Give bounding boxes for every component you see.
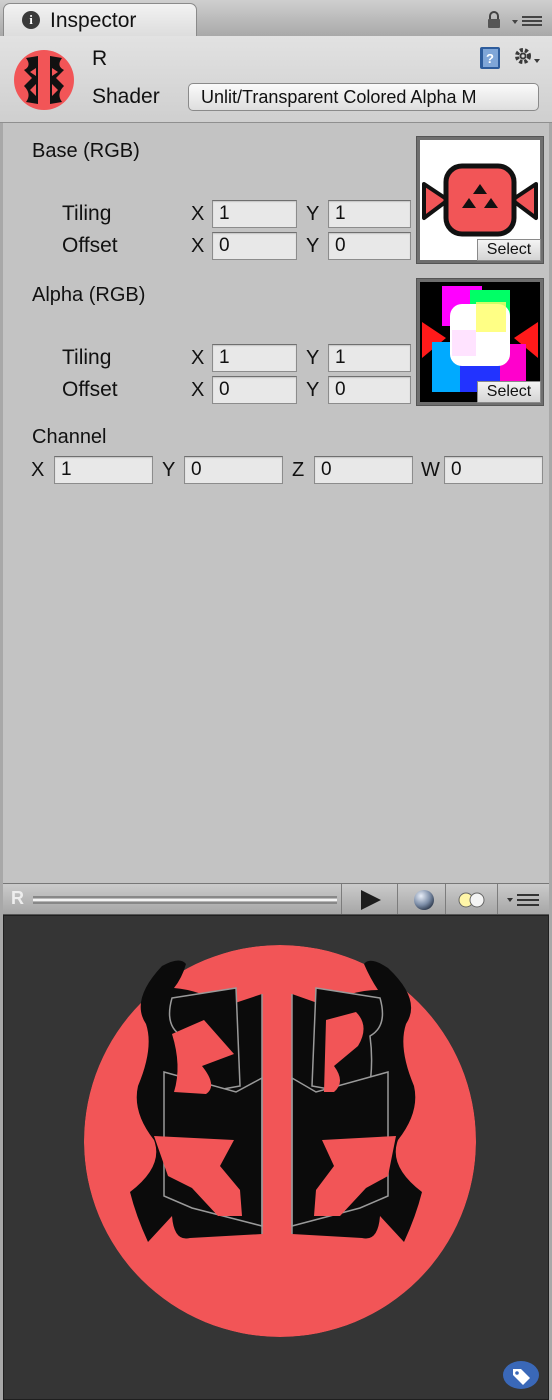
base-offset-x-field[interactable]: 0 [212,232,297,260]
alpha-rgb-label: Alpha (RGB) [32,284,146,306]
toolbar-separator [445,884,446,914]
info-icon: i [22,11,40,29]
preview-sphere-render [84,945,476,1337]
base-offset-label: Offset [62,234,118,257]
base-tiling-label: Tiling [62,202,112,225]
material-header: R Shader Unlit/Transparent Colored Alpha… [0,36,552,123]
base-tiling-x-field[interactable]: 1 [212,200,297,228]
channel-w-label: W [421,459,440,481]
lock-icon[interactable] [486,11,502,29]
alpha-select-button[interactable]: Select [477,381,541,403]
channel-x-label: X [31,459,45,481]
channel-w-field[interactable]: 0 [444,456,543,484]
channel-z-field[interactable]: 0 [314,456,413,484]
toolbar-separator [497,884,498,914]
material-thumbnail [14,50,74,110]
lights-icon[interactable] [455,889,489,911]
preview-toolbar: R [3,883,549,915]
preview-menu-icon[interactable] [505,893,541,907]
alpha-texture-slot[interactable]: Select [416,278,544,406]
inspector-tab[interactable]: i Inspector [3,3,197,37]
channel-y-label: Y [162,459,176,481]
base-tiling-y-label: Y [306,203,320,225]
preview-drag-handle[interactable] [33,896,337,904]
base-offset-y-label: Y [306,235,320,257]
sphere-icon[interactable] [411,889,437,911]
alpha-offset-y-label: Y [306,379,320,401]
alpha-tiling-x-label: X [191,347,205,369]
preview-title: R [11,888,24,908]
inspector-tab-label: Inspector [50,9,137,32]
base-rgb-label: Base (RGB) [32,140,140,162]
shader-label: Shader [92,85,160,108]
base-select-button[interactable]: Select [477,239,541,261]
base-offset-y-field[interactable]: 0 [328,232,411,260]
material-preview-viewport[interactable] [3,915,549,1400]
base-texture-slot[interactable]: Select [416,136,544,264]
channel-label: Channel [32,426,107,448]
material-properties-panel: Base (RGB) Tiling X 1 Y 1 Offset X 0 Y 0… [3,123,549,883]
svg-text:?: ? [486,51,494,66]
channel-y-field[interactable]: 0 [184,456,283,484]
base-tiling-y-field[interactable]: 1 [328,200,411,228]
toolbar-separator [397,884,398,914]
alpha-offset-x-field[interactable]: 0 [212,376,297,404]
gear-icon[interactable] [512,45,542,69]
alpha-offset-label: Offset [62,378,118,401]
alpha-tiling-y-field[interactable]: 1 [328,344,411,372]
alpha-tiling-label: Tiling [62,346,112,369]
alpha-offset-x-label: X [191,379,205,401]
material-name: R [92,47,108,70]
tab-menu-icon[interactable] [512,14,542,28]
label-tag-icon[interactable] [502,1360,540,1390]
channel-x-field[interactable]: 1 [54,456,153,484]
toolbar-separator [341,884,342,914]
channel-z-label: Z [292,459,305,481]
base-offset-x-label: X [191,235,205,257]
alpha-tiling-x-field[interactable]: 1 [212,344,297,372]
help-book-icon[interactable]: ? [478,46,502,70]
play-icon[interactable] [355,889,385,911]
inspector-tab-bar: i Inspector [0,0,552,37]
shader-dropdown[interactable]: Unlit/Transparent Colored Alpha M [188,83,539,111]
shader-dropdown-value: Unlit/Transparent Colored Alpha M [201,87,477,107]
alpha-tiling-y-label: Y [306,347,320,369]
alpha-offset-y-field[interactable]: 0 [328,376,411,404]
base-tiling-x-label: X [191,203,205,225]
